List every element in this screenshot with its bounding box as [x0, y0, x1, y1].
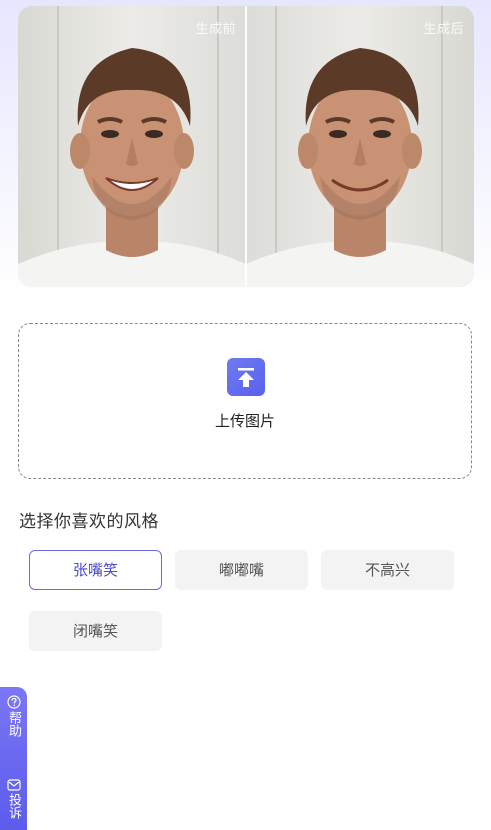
- after-photo: [246, 6, 474, 287]
- upload-label: 上传图片: [214, 412, 275, 430]
- style-option-closed-smile[interactable]: 闭嘴笑: [29, 611, 162, 651]
- question-circle-icon: [6, 695, 21, 709]
- upload-arrow-icon: [227, 358, 265, 396]
- style-option-open-smile[interactable]: 张嘴笑: [29, 550, 162, 590]
- before-label: 生成前: [195, 22, 236, 37]
- mail-icon: [6, 779, 21, 791]
- before-after-comparison: 生成前 生成后: [18, 6, 474, 287]
- after-label: 生成后: [423, 22, 464, 37]
- style-section-title: 选择你喜欢的风格: [19, 512, 159, 532]
- before-photo: [18, 6, 246, 287]
- complaint-button[interactable]: 投诉: [0, 779, 27, 819]
- complaint-label: 投诉: [6, 793, 21, 819]
- help-label: 帮助: [6, 711, 21, 737]
- before-image: 生成前: [18, 6, 246, 287]
- upload-image-area[interactable]: 上传图片: [18, 323, 472, 479]
- after-image: 生成后: [246, 6, 474, 287]
- style-option-unhappy[interactable]: 不高兴: [321, 550, 454, 590]
- side-floating-tab: 帮助 投诉: [0, 687, 27, 830]
- style-option-pout[interactable]: 嘟嘟嘴: [175, 550, 308, 590]
- comparison-divider: [245, 6, 247, 287]
- help-button[interactable]: 帮助: [0, 695, 27, 737]
